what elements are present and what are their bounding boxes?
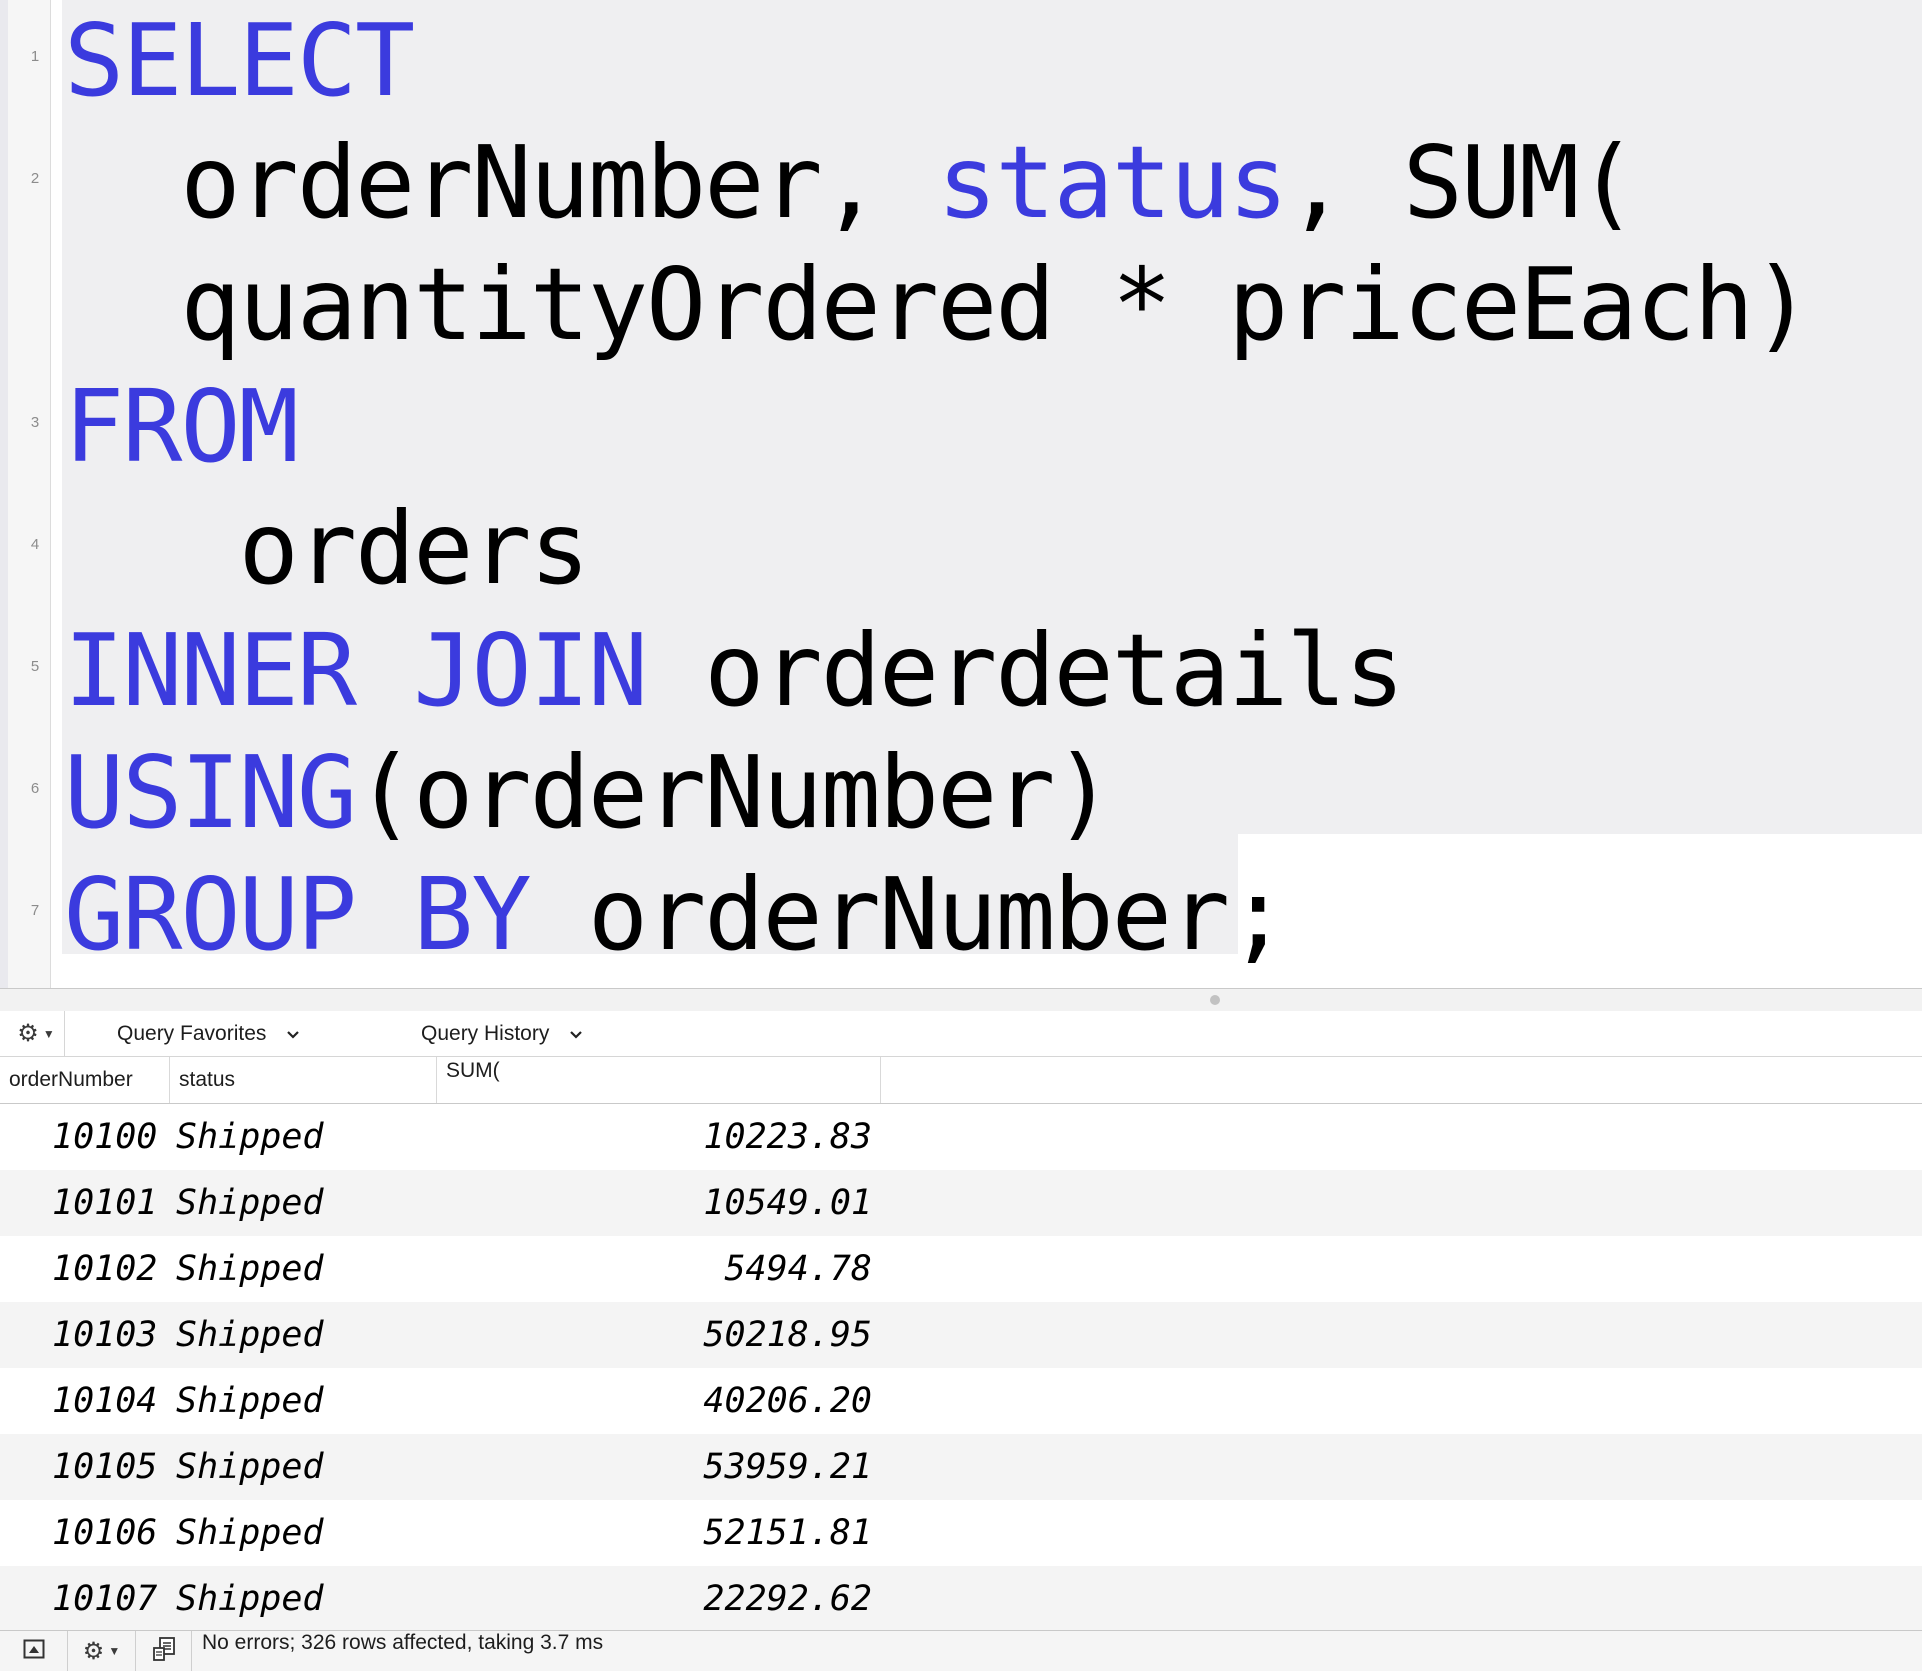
- gutter-strip: [0, 0, 8, 988]
- cell-ordernumber[interactable]: 10103: [52, 1302, 157, 1368]
- line-number: 5: [30, 658, 40, 675]
- column-header-sum[interactable]: SUM(: [437, 1057, 881, 1103]
- code-line[interactable]: GROUP BY orderNumber;: [64, 854, 1288, 976]
- cell-sum[interactable]: 5494.78: [724, 1236, 872, 1302]
- cell-sum[interactable]: 10549.01: [703, 1170, 872, 1236]
- column-header-label: SUM(: [446, 1059, 500, 1082]
- chevron-down-icon: [286, 1022, 300, 1046]
- sql-keyword: FROM: [64, 368, 299, 485]
- column-header-ordernumber[interactable]: orderNumber: [0, 1057, 170, 1103]
- query-history-button[interactable]: Query History: [421, 1011, 583, 1056]
- sql-text: , SUM(: [1286, 124, 1637, 241]
- cell-sum[interactable]: 10223.83: [703, 1104, 872, 1170]
- table-row[interactable]: 10101 Shipped 10549.01: [0, 1170, 1922, 1236]
- line-number-gutter: [0, 0, 51, 988]
- splitter-handle[interactable]: [1210, 995, 1220, 1005]
- gear-icon: ⚙: [17, 1020, 39, 1047]
- sql-keyword: USING: [64, 734, 357, 851]
- cell-status[interactable]: Shipped: [176, 1566, 324, 1630]
- sql-text: quantityOrdered * priceEach): [64, 246, 1812, 363]
- status-message: No errors; 326 rows affected, taking 3.7…: [202, 1631, 604, 1654]
- sql-text: orderdetails: [646, 612, 1404, 729]
- query-favorites-label: Query Favorites: [117, 1021, 267, 1045]
- code-line[interactable]: USING(orderNumber): [64, 732, 1114, 854]
- toggle-panel-icon: [23, 1639, 45, 1664]
- cell-ordernumber[interactable]: 10101: [52, 1170, 157, 1236]
- cell-status[interactable]: Shipped: [176, 1302, 324, 1368]
- cell-status[interactable]: Shipped: [176, 1236, 324, 1302]
- column-header-status[interactable]: status: [170, 1057, 437, 1103]
- line-number: 7: [30, 902, 40, 919]
- cell-sum[interactable]: 22292.62: [703, 1566, 872, 1630]
- code-line[interactable]: INNER JOIN orderdetails: [64, 610, 1405, 732]
- cell-sum[interactable]: 53959.21: [703, 1434, 872, 1500]
- line-number: 2: [30, 170, 40, 187]
- cell-sum[interactable]: 50218.95: [703, 1302, 872, 1368]
- line-number: 6: [30, 780, 40, 797]
- table-row[interactable]: 10104 Shipped 40206.20: [0, 1368, 1922, 1434]
- sql-keyword: GROUP: [64, 856, 357, 973]
- status-gear-button[interactable]: ⚙ ▼: [68, 1631, 136, 1671]
- table-row[interactable]: 10106 Shipped 52151.81: [0, 1500, 1922, 1566]
- cell-ordernumber[interactable]: 10100: [52, 1104, 157, 1170]
- status-bar: ⚙ ▼ No errors; 326 rows affected, taking…: [0, 1630, 1922, 1671]
- query-log-button[interactable]: [136, 1631, 192, 1671]
- cell-status[interactable]: Shipped: [176, 1368, 324, 1434]
- query-log-icon: [151, 1636, 177, 1667]
- line-number: 3: [30, 414, 40, 431]
- cell-ordernumber[interactable]: 10105: [52, 1434, 157, 1500]
- cell-ordernumber[interactable]: 10106: [52, 1500, 157, 1566]
- sql-text: (orderNumber): [355, 734, 1114, 851]
- cell-status[interactable]: Shipped: [176, 1500, 324, 1566]
- code-line[interactable]: SELECT: [64, 0, 415, 122]
- gear-icon: ⚙: [82, 1637, 105, 1665]
- table-row[interactable]: 10103 Shipped 50218.95: [0, 1302, 1922, 1368]
- pane-splitter[interactable]: [0, 988, 1922, 1012]
- sql-keyword: status: [937, 124, 1288, 241]
- caret-down-icon: ▼: [42, 1026, 55, 1041]
- query-toolbar: ⚙ ▼ Query Favorites Query History: [0, 1011, 1922, 1057]
- cell-status[interactable]: Shipped: [176, 1434, 324, 1500]
- caret-down-icon: ▼: [108, 1644, 121, 1658]
- code-line[interactable]: quantityOrdered * priceEach): [64, 244, 1812, 366]
- sql-keyword: JOIN: [413, 612, 648, 729]
- chevron-down-icon: [569, 1022, 583, 1046]
- sql-text: orderNumber;: [529, 856, 1288, 973]
- table-row[interactable]: 10105 Shipped 53959.21: [0, 1434, 1922, 1500]
- results-header: orderNumber status SUM(: [0, 1057, 1922, 1104]
- cell-ordernumber[interactable]: 10107: [52, 1566, 157, 1630]
- sql-text: orders: [64, 490, 590, 607]
- line-number: 4: [30, 536, 40, 553]
- cell-ordernumber[interactable]: 10104: [52, 1368, 157, 1434]
- cell-sum[interactable]: 52151.81: [703, 1500, 872, 1566]
- table-row[interactable]: 10100 Shipped 10223.83: [0, 1104, 1922, 1170]
- sql-keyword: BY: [413, 856, 531, 973]
- column-header-label: status: [179, 1068, 236, 1091]
- column-header-label: orderNumber: [9, 1068, 133, 1091]
- line-number: 1: [30, 48, 40, 65]
- toggle-panel-button[interactable]: [0, 1631, 68, 1671]
- gear-menu-button[interactable]: ⚙ ▼: [8, 1011, 65, 1056]
- sql-editor[interactable]: 1 2 3 4 5 6 7 SELECT orderNumber, status, SUM(…: [0, 0, 1922, 988]
- query-favorites-button[interactable]: Query Favorites: [117, 1011, 300, 1056]
- code-line[interactable]: orderNumber, status, SUM(: [64, 122, 1637, 244]
- table-row[interactable]: 10107 Shipped 22292.62: [0, 1566, 1922, 1630]
- query-history-label: Query History: [421, 1021, 550, 1045]
- table-row[interactable]: 10102 Shipped 5494.78: [0, 1236, 1922, 1302]
- sql-keyword: SELECT: [64, 2, 415, 119]
- sql-keyword: INNER: [64, 612, 357, 729]
- cell-ordernumber[interactable]: 10102: [52, 1236, 157, 1302]
- cell-sum[interactable]: 40206.20: [703, 1368, 872, 1434]
- code-line[interactable]: FROM: [64, 366, 299, 488]
- cell-status[interactable]: Shipped: [176, 1104, 324, 1170]
- code-line[interactable]: orders: [64, 488, 590, 610]
- sql-text: orderNumber,: [64, 124, 938, 241]
- results-table[interactable]: 10100 Shipped 10223.83 10101 Shipped 10549.01…: [0, 1104, 1922, 1630]
- cell-status[interactable]: Shipped: [176, 1170, 324, 1236]
